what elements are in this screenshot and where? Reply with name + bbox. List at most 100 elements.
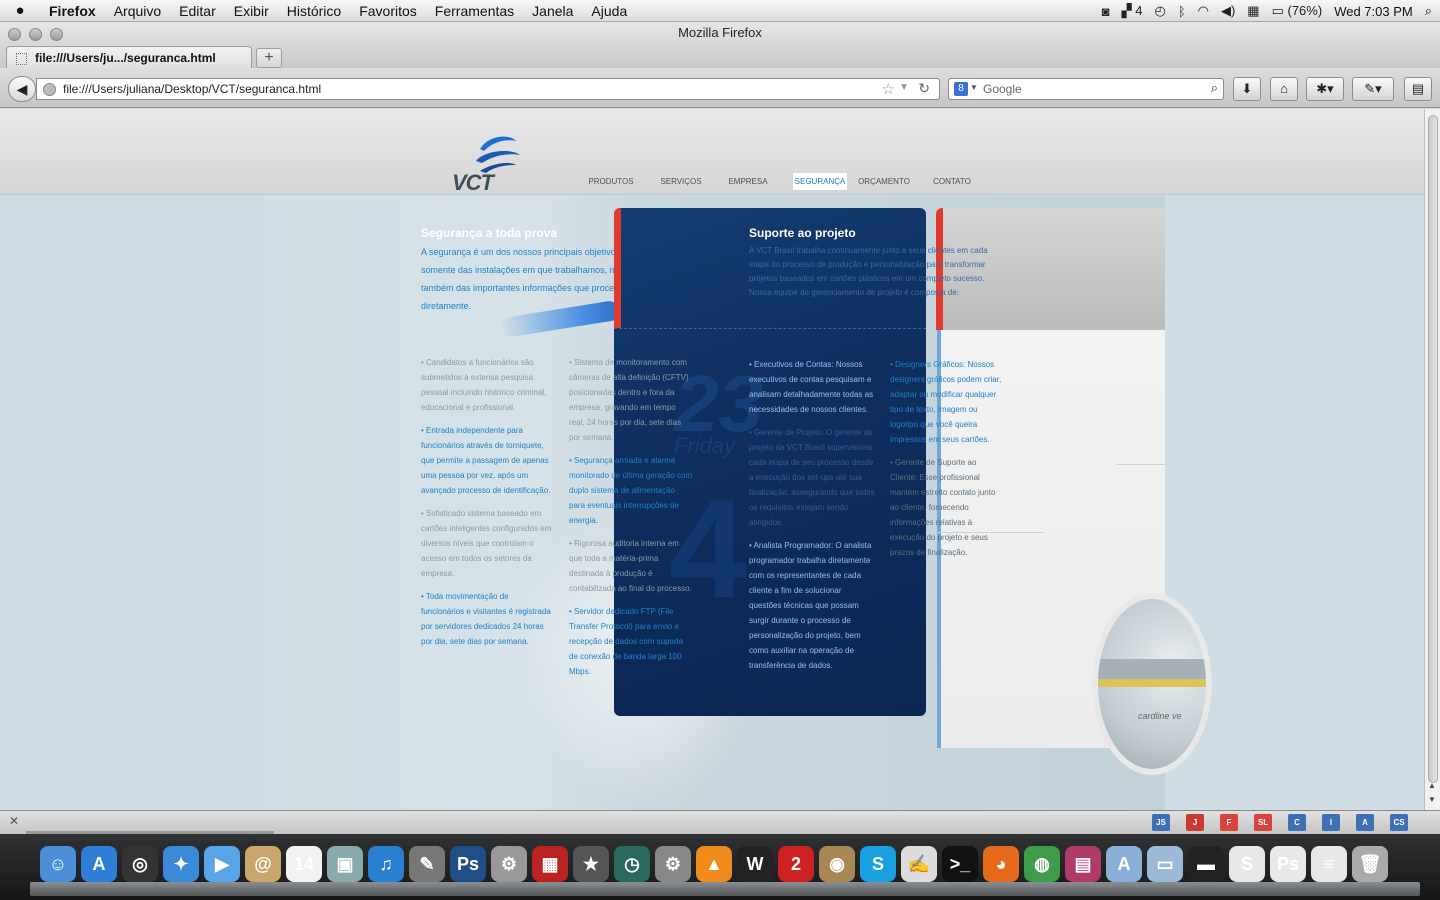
menu-favoritos[interactable]: Favoritos xyxy=(350,3,426,19)
firefox-icon[interactable]: ◕ xyxy=(983,846,1019,882)
documents-folder-icon[interactable]: ▭ xyxy=(1147,846,1183,882)
menu-exibir[interactable]: Exibir xyxy=(225,3,278,19)
site-header: VCT PRODUTOS SERVIÇOS EMPRESA SEGURANÇA … xyxy=(0,109,1424,195)
menu-editar[interactable]: Editar xyxy=(170,3,225,19)
skype-file-icon[interactable]: S xyxy=(1229,846,1265,882)
search-bar[interactable]: 8 ▼ Google ⌕ xyxy=(948,78,1224,100)
search-engine-icon[interactable]: 8 xyxy=(954,82,968,96)
bookmarks-menu-button[interactable]: ✱▾ xyxy=(1306,77,1344,101)
gimp-icon[interactable]: ✎ xyxy=(409,846,445,882)
finder-icon[interactable]: ☺ xyxy=(40,846,76,882)
close-addon-bar-icon[interactable]: ✕ xyxy=(9,814,19,828)
window-stack-icon[interactable]: ▬ xyxy=(1188,846,1224,882)
addon-button-cs[interactable]: CS xyxy=(1390,814,1408,831)
app-store-icon[interactable]: A xyxy=(81,846,117,882)
system-prefs-icon[interactable]: ⚙ xyxy=(655,846,691,882)
spotlight-icon[interactable]: ⌕ xyxy=(1425,3,1432,19)
dashboard-icon[interactable]: ◎ xyxy=(122,846,158,882)
wifi-icon[interactable]: ◠ xyxy=(1198,3,1209,19)
nav-produtos[interactable]: PRODUTOS xyxy=(580,173,642,190)
scroll-down-arrow-icon[interactable]: ▼ xyxy=(1428,795,1436,804)
photo-booth-icon[interactable]: ▦ xyxy=(532,846,568,882)
site-nav: PRODUTOS SERVIÇOS EMPRESA SEGURANÇA ORÇA… xyxy=(580,173,983,190)
list-item: • Gerente de Suporte ao Cliente: Esse pr… xyxy=(890,458,996,557)
imovie-icon[interactable]: ★ xyxy=(573,846,609,882)
battery-icon[interactable]: ▭ (76%) xyxy=(1272,3,1323,19)
new-tab-button[interactable]: + xyxy=(256,48,282,68)
bookmark-star-icon[interactable]: ☆ xyxy=(882,80,895,98)
image-capture-icon[interactable]: ◉ xyxy=(819,846,855,882)
rss-feed-button[interactable]: ▤ xyxy=(1404,77,1432,101)
vertical-scrollbar[interactable]: ▲ ▼ xyxy=(1424,109,1440,810)
web-file-icon[interactable]: ≡ xyxy=(1311,846,1347,882)
itunes-icon[interactable]: ♫ xyxy=(368,846,404,882)
downloads-button[interactable]: ⬇ xyxy=(1233,77,1261,101)
filezilla-icon[interactable]: 2 xyxy=(778,846,814,882)
textedit-icon[interactable]: ✍ xyxy=(901,846,937,882)
volume-icon[interactable]: ◀) xyxy=(1221,3,1235,19)
time-machine-icon[interactable]: ◴ xyxy=(1154,3,1165,19)
skype-icon[interactable]: S xyxy=(860,846,896,882)
menu-historico[interactable]: Histórico xyxy=(278,3,350,19)
console-icon[interactable]: W xyxy=(737,846,773,882)
addon-button-sl[interactable]: SL xyxy=(1254,814,1272,831)
input-flag-icon[interactable]: ▦ xyxy=(1247,3,1259,19)
reload-icon[interactable]: ↻ xyxy=(918,80,930,97)
addon-button-a[interactable]: A xyxy=(1356,814,1374,831)
search-engine-dropdown-icon[interactable]: ▼ xyxy=(970,83,978,92)
preview-icon[interactable]: ⚙ xyxy=(491,846,527,882)
search-icon[interactable]: ⌕ xyxy=(1211,80,1218,96)
nav-orcamento[interactable]: ORÇAMENTO xyxy=(847,173,921,190)
nav-contato[interactable]: CONTATO xyxy=(921,173,983,190)
facetime-icon[interactable]: ▶ xyxy=(204,846,240,882)
url-text: file:///Users/juliana/Desktop/VCT/segura… xyxy=(63,82,322,96)
photoshop-icon[interactable]: Ps xyxy=(450,846,486,882)
chrome-icon[interactable]: ◍ xyxy=(1024,846,1060,882)
clock[interactable]: Wed 7:03 PM xyxy=(1334,4,1413,19)
back-button[interactable]: ◀ xyxy=(8,76,36,102)
page-viewport: VCT PRODUTOS SERVIÇOS EMPRESA SEGURANÇA … xyxy=(0,109,1424,810)
contacts-icon[interactable]: @ xyxy=(245,846,281,882)
bluetooth-icon[interactable]: ᛒ xyxy=(1178,4,1186,19)
adobe-updates-icon[interactable]: ▞ 4 xyxy=(1122,3,1143,19)
nav-empresa[interactable]: EMPRESA xyxy=(720,173,776,190)
photo-label: cardline ve xyxy=(1138,711,1182,721)
home-button[interactable]: ⌂ xyxy=(1270,77,1298,101)
site-identity-icon[interactable] xyxy=(43,83,56,96)
stack-icon[interactable]: ▤ xyxy=(1065,846,1101,882)
applications-folder-icon[interactable]: A xyxy=(1106,846,1142,882)
vlc-icon[interactable]: ▲ xyxy=(696,846,732,882)
scroll-up-arrow-icon[interactable]: ▲ xyxy=(1428,781,1436,790)
addon-tools-button[interactable]: ✎▾ xyxy=(1352,77,1394,101)
adobe-updates-count: 4 xyxy=(1135,3,1143,18)
apple-menu-icon[interactable]: ● xyxy=(0,2,40,19)
menu-firefox[interactable]: Firefox xyxy=(40,3,105,19)
skype-status-icon[interactable]: ◙ xyxy=(1102,4,1110,19)
url-history-dropdown-icon[interactable]: ▼ xyxy=(899,82,909,93)
url-bar[interactable]: file:///Users/juliana/Desktop/VCT/segura… xyxy=(36,78,940,100)
battery-percent: (76%) xyxy=(1287,3,1323,18)
terminal-icon[interactable]: >_ xyxy=(942,846,978,882)
time-machine-icon[interactable]: ◷ xyxy=(614,846,650,882)
safari-icon[interactable]: ✦ xyxy=(163,846,199,882)
nav-seguranca[interactable]: SEGURANÇA xyxy=(793,173,847,190)
trash-icon[interactable]: 🗑 xyxy=(1352,846,1388,882)
menu-janela[interactable]: Janela xyxy=(523,3,582,19)
scrollbar-thumb[interactable] xyxy=(1428,115,1438,783)
window-title: Mozilla Firefox xyxy=(678,25,762,40)
dock-shelf xyxy=(30,882,1420,896)
photos-icon[interactable]: ▣ xyxy=(327,846,363,882)
ps-file-icon[interactable]: Ps xyxy=(1270,846,1306,882)
addon-button-f[interactable]: F xyxy=(1220,814,1238,831)
menu-ajuda[interactable]: Ajuda xyxy=(582,3,636,19)
calendar-icon[interactable]: 14 xyxy=(286,846,322,882)
addon-button-js[interactable]: JS xyxy=(1152,814,1170,831)
addon-button-c[interactable]: C xyxy=(1288,814,1306,831)
addon-button-i[interactable]: I xyxy=(1322,814,1340,831)
menu-arquivo[interactable]: Arquivo xyxy=(105,3,170,19)
addon-button-j[interactable]: J xyxy=(1186,814,1204,831)
tab-seguranca[interactable]: file:///Users/ju.../seguranca.html xyxy=(6,46,252,70)
panel-divider xyxy=(614,328,926,330)
nav-servicos[interactable]: SERVIÇOS xyxy=(642,173,720,190)
menu-ferramentas[interactable]: Ferramentas xyxy=(426,3,523,19)
